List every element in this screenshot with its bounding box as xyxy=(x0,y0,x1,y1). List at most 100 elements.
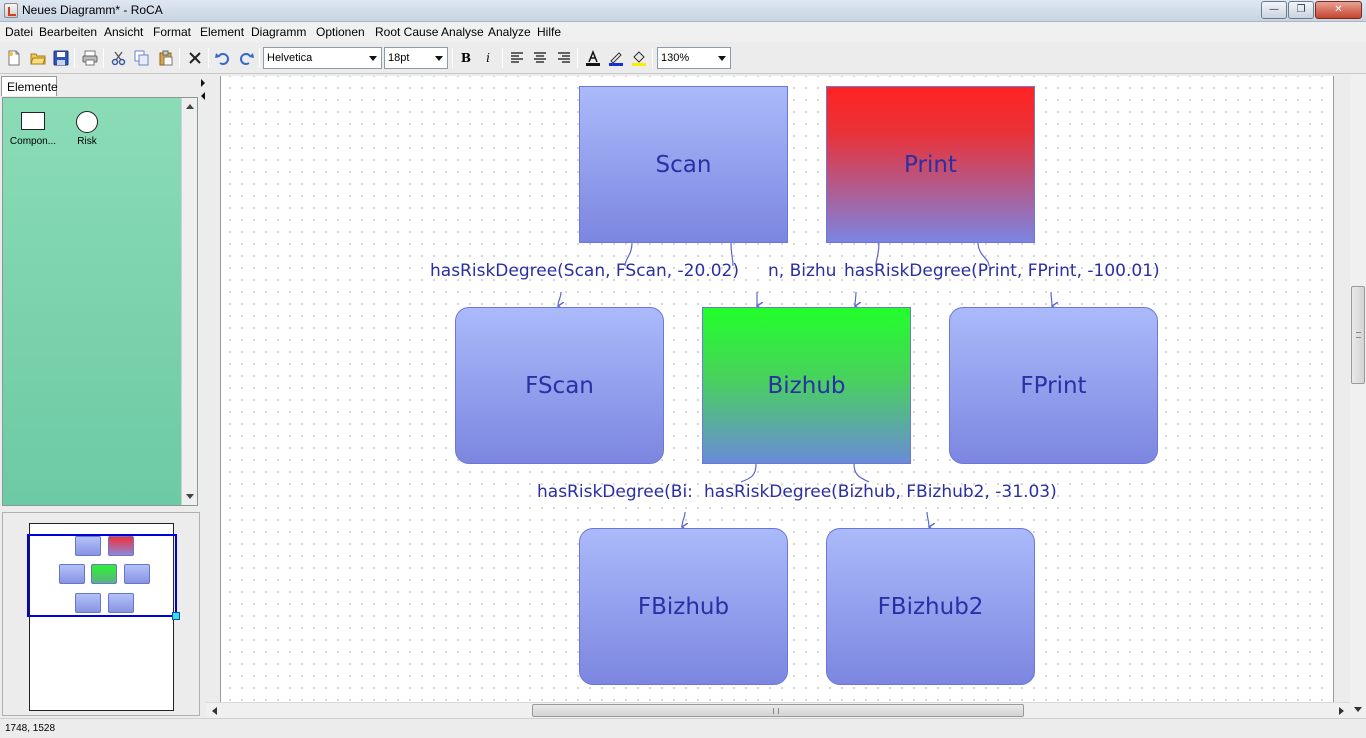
cursor-coordinates: 1748, 1528 xyxy=(5,723,56,734)
rectangle-icon xyxy=(21,112,45,130)
node-label: FScan xyxy=(525,372,594,399)
undo-icon[interactable] xyxy=(214,49,232,67)
grip-icon xyxy=(1356,332,1361,338)
node-fbizhub2[interactable]: FBizhub2 xyxy=(826,528,1035,685)
node-bizhub[interactable]: Bizhub xyxy=(702,307,911,464)
menu-element[interactable]: Element xyxy=(200,25,244,39)
chevron-down-icon[interactable] xyxy=(714,48,730,68)
fill-color-icon[interactable] xyxy=(630,49,648,67)
palette-item-label: Compon... xyxy=(9,136,57,147)
menu-datei[interactable]: Datei xyxy=(5,25,33,39)
align-right-icon[interactable] xyxy=(555,49,573,67)
node-label: Print xyxy=(904,151,957,178)
horizontal-scroll-thumb[interactable] xyxy=(532,704,1024,717)
tab-elemente[interactable]: Elemente xyxy=(1,76,58,96)
edge-label-scan-bizhub[interactable]: n, Bizhu xyxy=(768,261,836,281)
toolbar-separator xyxy=(452,48,453,68)
node-label: Bizhub xyxy=(767,372,846,399)
new-file-icon[interactable] xyxy=(5,49,23,67)
java-app-icon xyxy=(4,3,18,18)
node-fbizhub[interactable]: FBizhub xyxy=(579,528,788,685)
circle-icon xyxy=(76,111,98,133)
italic-button[interactable]: i xyxy=(480,50,496,66)
palette-item-risk[interactable]: Risk xyxy=(59,111,115,147)
bold-button[interactable]: B xyxy=(458,50,474,66)
menu-diagramm[interactable]: Diagramm xyxy=(251,25,306,39)
diagram-canvas[interactable]: Scan Print FScan Bizhub FPrint FBizhub F… xyxy=(220,76,1334,702)
toolbar-separator xyxy=(652,48,653,68)
print-icon[interactable] xyxy=(81,49,99,67)
node-fscan[interactable]: FScan xyxy=(455,307,664,464)
toolbar-separator xyxy=(502,48,503,68)
palette-item-label: Risk xyxy=(77,136,97,147)
menu-optionen[interactable]: Optionen xyxy=(316,25,365,39)
close-window-button[interactable]: ✕ xyxy=(1315,1,1362,19)
menu-bar: Datei Bearbeiten Ansicht Format Element … xyxy=(0,22,1366,42)
left-panel: Elemente Compon... Risk xyxy=(0,74,206,718)
outline-viewport[interactable] xyxy=(27,534,180,620)
node-print[interactable]: Print xyxy=(826,86,1035,243)
toolbar-separator xyxy=(577,48,578,68)
toolbar: Helvetica 18pt B i 130% xyxy=(0,42,1366,74)
grip-icon xyxy=(773,708,779,714)
copy-icon[interactable] xyxy=(133,49,151,67)
toolbar-separator xyxy=(259,48,260,68)
element-palette: Compon... Risk xyxy=(2,97,198,506)
zoom-value: 130% xyxy=(661,52,690,64)
node-label: Scan xyxy=(655,151,712,178)
horizontal-scrollbar[interactable] xyxy=(206,702,1350,718)
menu-bearbeiten[interactable]: Bearbeiten xyxy=(39,25,97,39)
font-size-select[interactable]: 18pt xyxy=(384,47,448,69)
align-center-icon[interactable] xyxy=(531,49,549,67)
node-fprint[interactable]: FPrint xyxy=(949,307,1158,464)
font-family-select[interactable]: Helvetica xyxy=(263,47,382,69)
delete-icon[interactable] xyxy=(186,49,204,67)
palette-scrollbar[interactable] xyxy=(181,98,197,505)
save-icon[interactable] xyxy=(52,49,70,67)
node-label: FPrint xyxy=(1020,372,1087,399)
vertical-scroll-thumb[interactable] xyxy=(1351,286,1365,384)
menu-ansicht[interactable]: Ansicht xyxy=(104,25,143,39)
scroll-left-icon[interactable] xyxy=(212,707,217,715)
canvas-area: Scan Print FScan Bizhub FPrint FBizhub F… xyxy=(206,74,1366,720)
node-label: FBizhub2 xyxy=(877,593,984,620)
toolbar-separator xyxy=(208,48,209,68)
outline-panel xyxy=(2,512,200,716)
font-family-value: Helvetica xyxy=(267,52,313,64)
cut-icon[interactable] xyxy=(110,49,128,67)
window-title: Neues Diagramm* - RoCA xyxy=(22,3,163,17)
vertical-scrollbar[interactable] xyxy=(1350,74,1366,718)
align-left-icon[interactable] xyxy=(508,49,526,67)
scroll-down-icon[interactable] xyxy=(1354,707,1362,712)
font-color-icon[interactable] xyxy=(584,49,602,67)
open-folder-icon[interactable] xyxy=(29,49,47,67)
minimize-button[interactable]: — xyxy=(1261,1,1287,19)
scroll-right-icon[interactable] xyxy=(1339,707,1344,715)
scroll-up-icon[interactable] xyxy=(186,104,194,109)
outline-resize-handle[interactable] xyxy=(172,612,180,620)
node-label: FBizhub xyxy=(637,593,730,620)
maximize-button[interactable]: ❐ xyxy=(1288,1,1314,19)
chevron-down-icon[interactable] xyxy=(431,48,447,68)
menu-format[interactable]: Format xyxy=(153,25,191,39)
edge-label-bizhub-fbizhub2[interactable]: hasRiskDegree(Bizhub, FBizhub2, -31.03) xyxy=(704,482,1057,502)
edge-label-print-fprint[interactable]: hasRiskDegree(Print, FPrint, -100.01) xyxy=(844,261,1160,281)
edge-label-bizhub-fbizhub[interactable]: hasRiskDegree(Bi: xyxy=(537,482,693,502)
menu-hilfe[interactable]: Hilfe xyxy=(537,25,561,39)
toolbar-separator xyxy=(103,48,104,68)
scroll-down-icon[interactable] xyxy=(186,494,194,499)
palette-item-component[interactable]: Compon... xyxy=(5,112,61,147)
outline-page xyxy=(27,523,180,711)
menu-analyze[interactable]: Analyze xyxy=(488,25,531,39)
menu-root-cause-analyse[interactable]: Root Cause Analyse xyxy=(375,25,484,39)
toolbar-separator xyxy=(179,48,180,68)
line-color-icon[interactable] xyxy=(607,49,625,67)
zoom-select[interactable]: 130% xyxy=(657,47,731,69)
font-size-value: 18pt xyxy=(388,52,410,64)
paste-icon[interactable] xyxy=(157,49,175,67)
chevron-down-icon[interactable] xyxy=(365,48,381,68)
status-bar: 1748, 1528 xyxy=(0,718,1366,738)
node-scan[interactable]: Scan xyxy=(579,86,788,243)
edge-label-scan-fscan[interactable]: hasRiskDegree(Scan, FScan, -20.02) xyxy=(430,261,739,281)
redo-icon[interactable] xyxy=(237,49,255,67)
